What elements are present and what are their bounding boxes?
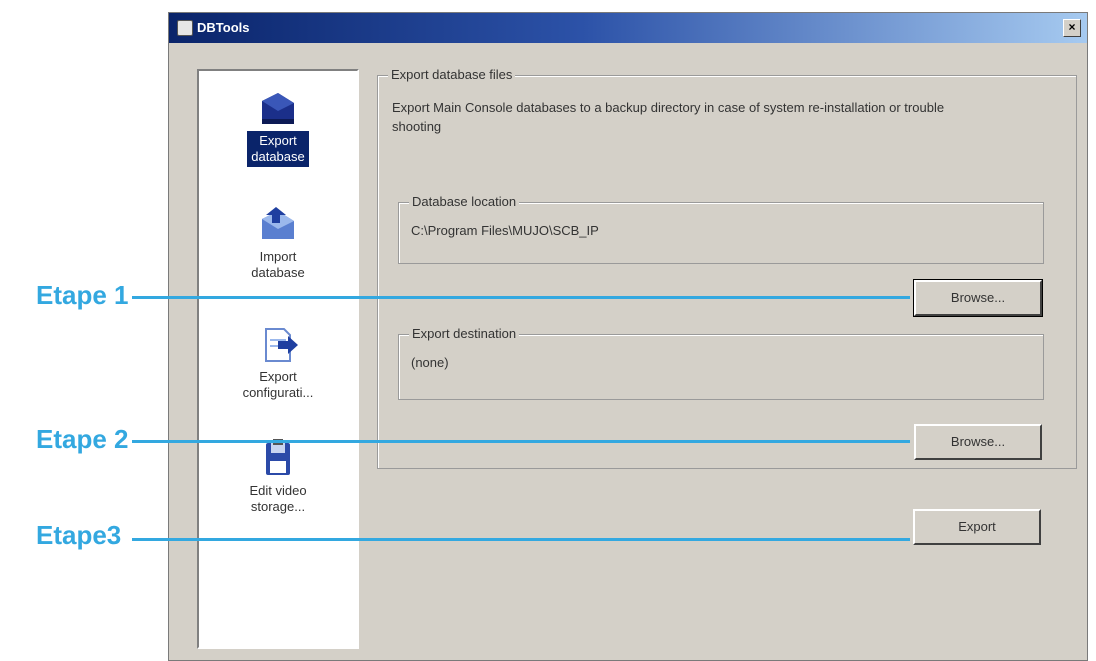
browse-destination-button[interactable]: Browse... bbox=[914, 424, 1042, 460]
group-title: Export destination bbox=[409, 326, 520, 341]
sidebar-item-export-database[interactable]: Export database bbox=[199, 89, 357, 167]
step-2-label: Etape 2 bbox=[36, 424, 129, 454]
window-title: DBTools bbox=[197, 20, 250, 35]
export-destination-value: (none) bbox=[411, 355, 449, 370]
sidebar: Export database Import database Export c… bbox=[197, 69, 359, 649]
step-1-label: Etape 1 bbox=[36, 280, 129, 310]
sidebar-item-export-configuration[interactable]: Export configurati... bbox=[199, 325, 357, 403]
browse-location-button[interactable]: Browse... bbox=[913, 279, 1043, 317]
database-location-value: C:\Program Files\MUJO\SCB_IP bbox=[411, 223, 599, 238]
dbtools-window: DBTools × Export database Import databas… bbox=[168, 12, 1088, 661]
document-export-icon bbox=[256, 325, 300, 365]
sidebar-item-label: Export database bbox=[247, 131, 309, 167]
group-title: Database location bbox=[409, 194, 520, 209]
step-3-label: Etape3 bbox=[36, 520, 122, 550]
sidebar-item-edit-video-storage[interactable]: Edit video storage... bbox=[199, 439, 357, 517]
database-import-icon bbox=[256, 205, 300, 245]
sidebar-item-label: Export configurati... bbox=[242, 369, 314, 400]
sidebar-item-label: Edit video storage... bbox=[249, 483, 307, 514]
export-description: Export Main Console databases to a backu… bbox=[392, 100, 945, 134]
database-location-group: Database location C:\Program Files\MUJO\… bbox=[398, 194, 1044, 264]
step-2-pointer-line bbox=[132, 440, 910, 443]
export-database-group: Export database files Export Main Consol… bbox=[377, 67, 1077, 469]
sidebar-item-label: Import database bbox=[251, 249, 305, 280]
sidebar-item-import-database[interactable]: Import database bbox=[199, 205, 357, 283]
database-export-icon bbox=[256, 89, 300, 129]
export-button[interactable]: Export bbox=[913, 509, 1041, 545]
group-title: Export database files bbox=[388, 67, 516, 82]
title-bar[interactable]: DBTools × bbox=[169, 13, 1087, 43]
export-destination-group: Export destination (none) bbox=[398, 326, 1044, 400]
step-1-pointer-line bbox=[132, 296, 910, 299]
step-3-pointer-line bbox=[132, 538, 910, 541]
close-button[interactable]: × bbox=[1063, 19, 1081, 37]
app-icon bbox=[177, 20, 193, 36]
floppy-disk-icon bbox=[256, 439, 300, 479]
